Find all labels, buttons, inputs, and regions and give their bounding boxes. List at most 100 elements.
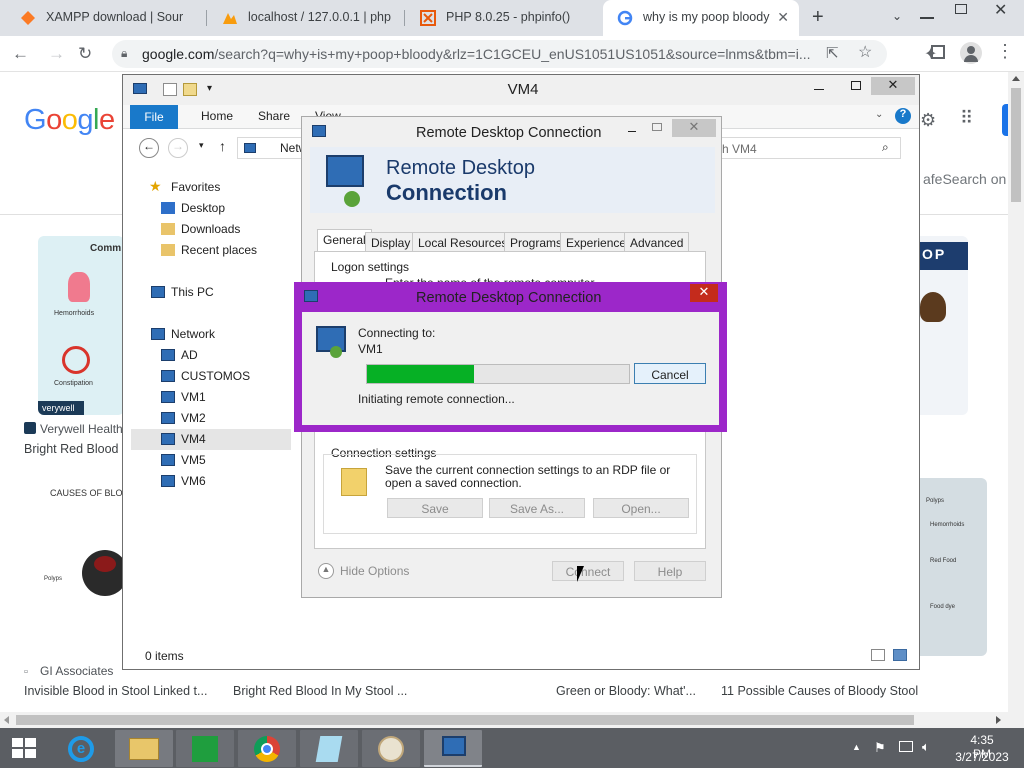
result-title[interactable]: Bright Red Blood In My Stool ... xyxy=(233,684,407,698)
ribbon-expand-chevron-icon[interactable]: ⌄ xyxy=(875,109,883,120)
nav-favorites[interactable]: ★ Favorites xyxy=(123,177,283,198)
nav-desktop[interactable]: Desktop xyxy=(123,198,283,219)
save-as-button[interactable]: Save As... xyxy=(489,498,585,518)
nav-computer-vm6[interactable]: VM6 xyxy=(123,471,283,492)
taskbar-remote-desktop[interactable] xyxy=(424,730,482,767)
close-icon[interactable]: ✕ xyxy=(871,77,915,95)
result-title[interactable]: Green or Bloody: What'... xyxy=(556,684,696,698)
safesearch-status[interactable]: afeSearch on xyxy=(923,171,1006,187)
taskbar-paint[interactable] xyxy=(362,730,420,767)
restore-icon[interactable] xyxy=(955,4,967,14)
action-center-flag-icon[interactable]: ⚑ xyxy=(874,740,886,756)
scroll-thumb[interactable] xyxy=(1011,88,1021,202)
profile-avatar[interactable] xyxy=(960,42,982,64)
minimize-icon[interactable] xyxy=(920,17,934,19)
google-logo[interactable]: Google xyxy=(24,104,115,137)
help-button[interactable]: Help xyxy=(634,561,706,581)
tab-search-chevron-icon[interactable]: ⌄ xyxy=(892,9,902,23)
result-image-bloody-stool[interactable]: Polyps Hemorrhoids Red Food Food dye xyxy=(912,478,987,656)
explorer-titlebar[interactable]: ▾ VM4 ✕ xyxy=(123,75,919,105)
tab-phpmyadmin[interactable]: localhost / 127.0.0.1 | php xyxy=(208,0,404,36)
close-window-icon[interactable]: ✕ xyxy=(994,0,1007,20)
taskbar-notepad[interactable] xyxy=(300,730,358,767)
tab-general[interactable]: General xyxy=(317,229,372,252)
result-image-gi-associates[interactable]: CAUSES OF BLO Polyps xyxy=(22,478,128,656)
cancel-button[interactable]: Cancel xyxy=(634,363,706,384)
nav-computer-vm4[interactable]: VM4 xyxy=(131,429,291,450)
result-source[interactable]: GI Associates xyxy=(40,664,113,678)
horizontal-scrollbar[interactable] xyxy=(0,712,1024,728)
reload-icon[interactable]: ↻ xyxy=(78,44,92,64)
hide-options-link[interactable]: Hide Options xyxy=(340,564,409,578)
bookmark-star-icon[interactable]: ☆ xyxy=(858,42,872,62)
minimize-icon[interactable] xyxy=(628,131,636,132)
tab-display[interactable]: Display xyxy=(365,232,417,252)
properties-icon[interactable] xyxy=(163,83,177,96)
open-button[interactable]: Open... xyxy=(593,498,689,518)
settings-gear-icon[interactable]: ⚙ xyxy=(920,110,936,131)
start-button[interactable] xyxy=(12,738,36,758)
hide-options-chevron-icon[interactable]: ▲ xyxy=(318,563,334,579)
scroll-thumb[interactable] xyxy=(16,715,914,725)
nav-computer-vm5[interactable]: VM5 xyxy=(123,450,283,471)
address-bar[interactable]: 🔒︎ google.com/search?q=why+is+my+poop+bl… xyxy=(112,40,887,68)
nav-computer-ad[interactable]: AD xyxy=(123,345,283,366)
volume-muted-icon[interactable]: 🔈︎ xyxy=(922,739,930,755)
save-button[interactable]: Save xyxy=(387,498,483,518)
show-hidden-icons-icon[interactable]: ▲ xyxy=(852,742,861,752)
tab-phpinfo[interactable]: PHP 8.0.25 - phpinfo() xyxy=(406,0,602,36)
forward-icon[interactable]: → xyxy=(48,44,65,64)
back-icon[interactable]: ← xyxy=(139,138,159,158)
maximize-icon[interactable] xyxy=(851,81,861,90)
tab-home[interactable]: Home xyxy=(201,109,233,123)
forward-icon[interactable]: → xyxy=(168,138,188,158)
close-icon[interactable]: ✕ xyxy=(690,284,718,302)
scroll-right-icon[interactable] xyxy=(996,716,1001,724)
nav-network[interactable]: Network xyxy=(123,324,283,345)
quick-access-dropdown-icon[interactable]: ▾ xyxy=(207,83,212,94)
result-image-verywell[interactable]: Comm Hemorrhoids Constipation verywell xyxy=(38,236,124,415)
tab-programs[interactable]: Programs xyxy=(504,232,569,252)
tab-share[interactable]: Share xyxy=(258,109,290,123)
network-status-icon[interactable] xyxy=(899,741,913,752)
apps-grid-icon[interactable]: ⠿ xyxy=(960,108,973,129)
nav-this-pc[interactable]: This PC xyxy=(123,282,283,303)
search-box[interactable]: rch VM4 ⌕ xyxy=(701,137,901,159)
share-icon[interactable]: ⇱ xyxy=(826,44,839,62)
nav-computer-customos[interactable]: CUSTOMOS xyxy=(123,366,283,387)
taskbar-chrome[interactable] xyxy=(238,730,296,767)
help-icon[interactable]: ? xyxy=(895,108,911,124)
new-folder-icon[interactable] xyxy=(183,83,197,96)
result-title[interactable]: Bright Red Blood i xyxy=(24,442,125,456)
chrome-menu-icon[interactable]: ⋮ xyxy=(996,42,1014,60)
taskbar-store[interactable] xyxy=(176,730,234,767)
side-panel-icon[interactable] xyxy=(931,45,945,59)
tab-local-resources[interactable]: Local Resources xyxy=(412,232,514,252)
nav-computer-vm1[interactable]: VM1 xyxy=(123,387,283,408)
maximize-icon[interactable] xyxy=(652,123,662,131)
up-arrow-icon[interactable]: ↑ xyxy=(219,138,226,154)
tab-file[interactable]: File xyxy=(130,105,178,129)
result-source[interactable]: Verywell Health xyxy=(40,422,123,436)
result-title[interactable]: Invisible Blood in Stool Linked t... xyxy=(24,684,207,698)
new-tab-icon[interactable]: + xyxy=(812,6,824,29)
minimize-icon[interactable] xyxy=(814,89,824,90)
rdc-titlebar[interactable]: Remote Desktop Connection ✕ xyxy=(302,117,721,147)
details-view-icon[interactable] xyxy=(871,649,885,661)
taskbar-file-explorer[interactable] xyxy=(115,730,173,767)
tab-google-search[interactable]: why is my poop bloody ✕ xyxy=(603,0,799,36)
scroll-left-icon[interactable] xyxy=(4,716,9,724)
tab-advanced[interactable]: Advanced xyxy=(624,232,690,252)
nav-recent-places[interactable]: Recent places xyxy=(123,240,283,261)
close-icon[interactable]: ✕ xyxy=(672,119,716,137)
nav-computer-vm2[interactable]: VM2 xyxy=(123,408,283,429)
recent-locations-icon[interactable]: ▾ xyxy=(199,140,204,151)
close-tab-icon[interactable]: ✕ xyxy=(777,9,789,26)
connect-button[interactable]: Connect xyxy=(552,561,624,581)
tab-experience[interactable]: Experience xyxy=(560,232,633,252)
result-title[interactable]: 11 Possible Causes of Bloody Stool xyxy=(721,684,918,698)
taskbar-ie[interactable]: e xyxy=(52,730,110,767)
result-image-poop-chart[interactable]: OP xyxy=(912,236,968,415)
back-icon[interactable]: ← xyxy=(12,44,29,64)
large-icons-view-icon[interactable] xyxy=(893,649,907,661)
